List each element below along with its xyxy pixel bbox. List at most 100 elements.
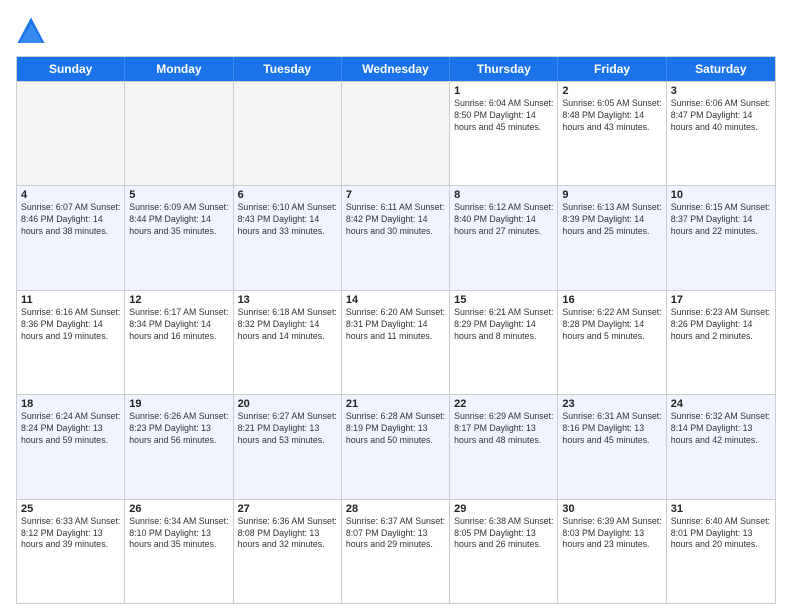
day-number: 23 [562,398,661,410]
day-info: Sunrise: 6:18 AM Sunset: 8:32 PM Dayligh… [238,307,337,343]
day-cell-6: 6Sunrise: 6:10 AM Sunset: 8:43 PM Daylig… [234,186,342,289]
day-info: Sunrise: 6:34 AM Sunset: 8:10 PM Dayligh… [129,516,228,552]
day-cell-14: 14Sunrise: 6:20 AM Sunset: 8:31 PM Dayli… [342,291,450,394]
day-info: Sunrise: 6:32 AM Sunset: 8:14 PM Dayligh… [671,411,771,447]
calendar-header: SundayMondayTuesdayWednesdayThursdayFrid… [17,57,775,81]
day-info: Sunrise: 6:37 AM Sunset: 8:07 PM Dayligh… [346,516,445,552]
day-number: 30 [562,503,661,515]
calendar-row-1: 1Sunrise: 6:04 AM Sunset: 8:50 PM Daylig… [17,81,775,185]
day-cell-11: 11Sunrise: 6:16 AM Sunset: 8:36 PM Dayli… [17,291,125,394]
day-cell-13: 13Sunrise: 6:18 AM Sunset: 8:32 PM Dayli… [234,291,342,394]
day-number: 24 [671,398,771,410]
day-info: Sunrise: 6:12 AM Sunset: 8:40 PM Dayligh… [454,202,553,238]
day-number: 17 [671,294,771,306]
day-cell-12: 12Sunrise: 6:17 AM Sunset: 8:34 PM Dayli… [125,291,233,394]
day-cell-4: 4Sunrise: 6:07 AM Sunset: 8:46 PM Daylig… [17,186,125,289]
day-number: 4 [21,189,120,201]
day-info: Sunrise: 6:24 AM Sunset: 8:24 PM Dayligh… [21,411,120,447]
day-info: Sunrise: 6:31 AM Sunset: 8:16 PM Dayligh… [562,411,661,447]
day-header-saturday: Saturday [667,57,775,81]
header [16,16,776,46]
day-cell-19: 19Sunrise: 6:26 AM Sunset: 8:23 PM Dayli… [125,395,233,498]
day-info: Sunrise: 6:09 AM Sunset: 8:44 PM Dayligh… [129,202,228,238]
day-cell-27: 27Sunrise: 6:36 AM Sunset: 8:08 PM Dayli… [234,500,342,603]
empty-cell [125,82,233,185]
logo-icon [16,16,46,46]
day-info: Sunrise: 6:39 AM Sunset: 8:03 PM Dayligh… [562,516,661,552]
day-number: 9 [562,189,661,201]
day-header-sunday: Sunday [17,57,125,81]
day-cell-5: 5Sunrise: 6:09 AM Sunset: 8:44 PM Daylig… [125,186,233,289]
day-cell-10: 10Sunrise: 6:15 AM Sunset: 8:37 PM Dayli… [667,186,775,289]
day-header-wednesday: Wednesday [342,57,450,81]
day-number: 5 [129,189,228,201]
day-cell-22: 22Sunrise: 6:29 AM Sunset: 8:17 PM Dayli… [450,395,558,498]
day-cell-7: 7Sunrise: 6:11 AM Sunset: 8:42 PM Daylig… [342,186,450,289]
day-number: 1 [454,85,553,97]
day-info: Sunrise: 6:13 AM Sunset: 8:39 PM Dayligh… [562,202,661,238]
day-info: Sunrise: 6:29 AM Sunset: 8:17 PM Dayligh… [454,411,553,447]
day-cell-1: 1Sunrise: 6:04 AM Sunset: 8:50 PM Daylig… [450,82,558,185]
day-cell-23: 23Sunrise: 6:31 AM Sunset: 8:16 PM Dayli… [558,395,666,498]
day-cell-21: 21Sunrise: 6:28 AM Sunset: 8:19 PM Dayli… [342,395,450,498]
day-number: 15 [454,294,553,306]
day-cell-2: 2Sunrise: 6:05 AM Sunset: 8:48 PM Daylig… [558,82,666,185]
day-info: Sunrise: 6:28 AM Sunset: 8:19 PM Dayligh… [346,411,445,447]
day-number: 3 [671,85,771,97]
day-cell-18: 18Sunrise: 6:24 AM Sunset: 8:24 PM Dayli… [17,395,125,498]
day-number: 7 [346,189,445,201]
day-cell-17: 17Sunrise: 6:23 AM Sunset: 8:26 PM Dayli… [667,291,775,394]
day-cell-3: 3Sunrise: 6:06 AM Sunset: 8:47 PM Daylig… [667,82,775,185]
day-info: Sunrise: 6:23 AM Sunset: 8:26 PM Dayligh… [671,307,771,343]
calendar-row-4: 18Sunrise: 6:24 AM Sunset: 8:24 PM Dayli… [17,394,775,498]
day-cell-29: 29Sunrise: 6:38 AM Sunset: 8:05 PM Dayli… [450,500,558,603]
empty-cell [234,82,342,185]
day-info: Sunrise: 6:06 AM Sunset: 8:47 PM Dayligh… [671,98,771,134]
day-number: 27 [238,503,337,515]
logo [16,16,48,46]
day-number: 25 [21,503,120,515]
day-info: Sunrise: 6:26 AM Sunset: 8:23 PM Dayligh… [129,411,228,447]
day-cell-31: 31Sunrise: 6:40 AM Sunset: 8:01 PM Dayli… [667,500,775,603]
day-info: Sunrise: 6:20 AM Sunset: 8:31 PM Dayligh… [346,307,445,343]
day-info: Sunrise: 6:04 AM Sunset: 8:50 PM Dayligh… [454,98,553,134]
day-info: Sunrise: 6:33 AM Sunset: 8:12 PM Dayligh… [21,516,120,552]
day-info: Sunrise: 6:36 AM Sunset: 8:08 PM Dayligh… [238,516,337,552]
day-info: Sunrise: 6:17 AM Sunset: 8:34 PM Dayligh… [129,307,228,343]
day-number: 13 [238,294,337,306]
day-info: Sunrise: 6:38 AM Sunset: 8:05 PM Dayligh… [454,516,553,552]
day-info: Sunrise: 6:11 AM Sunset: 8:42 PM Dayligh… [346,202,445,238]
day-cell-25: 25Sunrise: 6:33 AM Sunset: 8:12 PM Dayli… [17,500,125,603]
day-header-friday: Friday [558,57,666,81]
day-info: Sunrise: 6:21 AM Sunset: 8:29 PM Dayligh… [454,307,553,343]
calendar-body: 1Sunrise: 6:04 AM Sunset: 8:50 PM Daylig… [17,81,775,603]
calendar-row-3: 11Sunrise: 6:16 AM Sunset: 8:36 PM Dayli… [17,290,775,394]
day-info: Sunrise: 6:16 AM Sunset: 8:36 PM Dayligh… [21,307,120,343]
calendar-row-5: 25Sunrise: 6:33 AM Sunset: 8:12 PM Dayli… [17,499,775,603]
empty-cell [17,82,125,185]
page: SundayMondayTuesdayWednesdayThursdayFrid… [0,0,792,612]
day-info: Sunrise: 6:07 AM Sunset: 8:46 PM Dayligh… [21,202,120,238]
day-info: Sunrise: 6:22 AM Sunset: 8:28 PM Dayligh… [562,307,661,343]
day-cell-16: 16Sunrise: 6:22 AM Sunset: 8:28 PM Dayli… [558,291,666,394]
day-cell-8: 8Sunrise: 6:12 AM Sunset: 8:40 PM Daylig… [450,186,558,289]
day-number: 12 [129,294,228,306]
day-number: 21 [346,398,445,410]
day-info: Sunrise: 6:10 AM Sunset: 8:43 PM Dayligh… [238,202,337,238]
day-cell-24: 24Sunrise: 6:32 AM Sunset: 8:14 PM Dayli… [667,395,775,498]
day-number: 26 [129,503,228,515]
day-number: 22 [454,398,553,410]
day-header-thursday: Thursday [450,57,558,81]
day-number: 16 [562,294,661,306]
day-header-tuesday: Tuesday [234,57,342,81]
day-cell-26: 26Sunrise: 6:34 AM Sunset: 8:10 PM Dayli… [125,500,233,603]
day-cell-28: 28Sunrise: 6:37 AM Sunset: 8:07 PM Dayli… [342,500,450,603]
day-number: 18 [21,398,120,410]
calendar: SundayMondayTuesdayWednesdayThursdayFrid… [16,56,776,604]
day-number: 14 [346,294,445,306]
day-number: 28 [346,503,445,515]
day-cell-20: 20Sunrise: 6:27 AM Sunset: 8:21 PM Dayli… [234,395,342,498]
day-number: 6 [238,189,337,201]
day-cell-15: 15Sunrise: 6:21 AM Sunset: 8:29 PM Dayli… [450,291,558,394]
day-number: 31 [671,503,771,515]
